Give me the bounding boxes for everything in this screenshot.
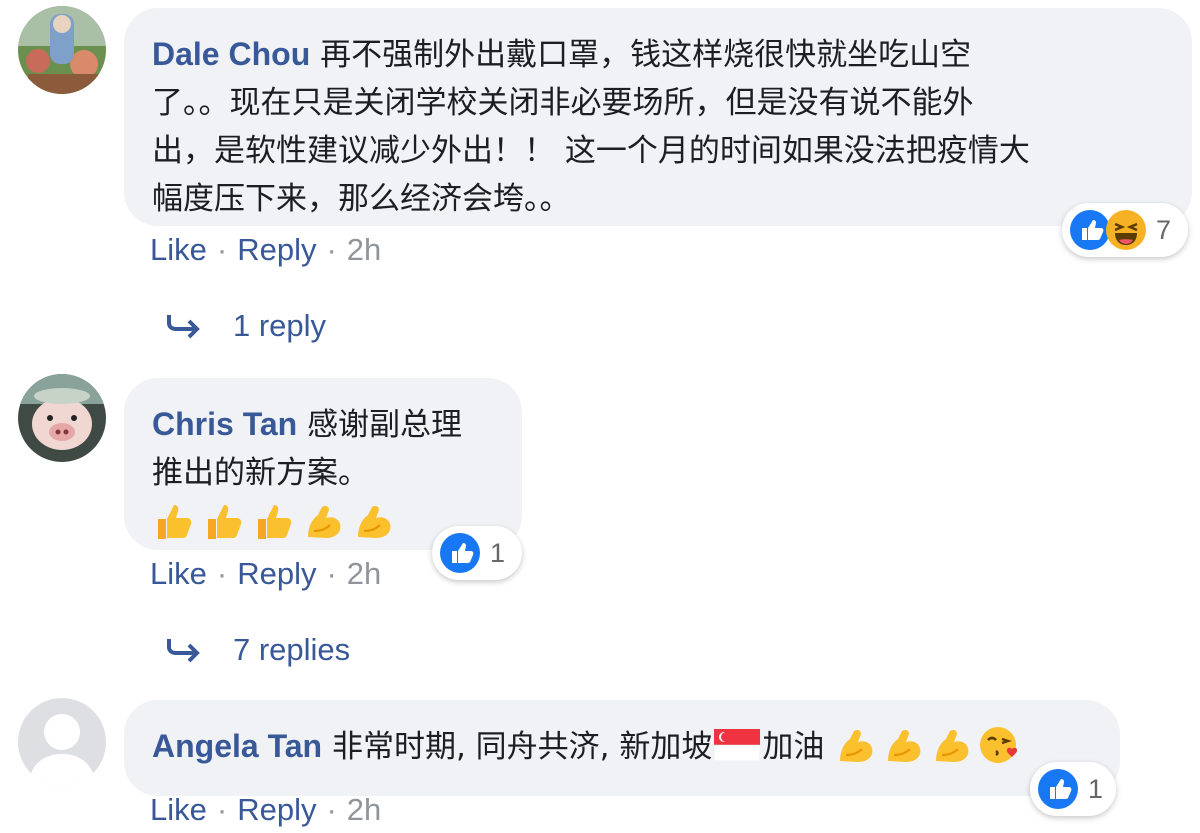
reaction-summary[interactable]: 7 <box>1062 203 1188 257</box>
separator-dot: · <box>326 792 337 827</box>
separator-dot: · <box>216 232 228 267</box>
face-blowing-kiss-emoji-icon <box>978 725 1022 779</box>
reply-arrow-icon <box>165 633 215 671</box>
flexed-biceps-emoji-icon <box>834 725 878 779</box>
like-link[interactable]: Like <box>150 232 207 267</box>
comment-author[interactable]: Chris Tan <box>152 406 297 442</box>
reply-link[interactable]: Reply <box>237 792 316 827</box>
reaction-summary[interactable]: 1 <box>1030 762 1116 816</box>
view-replies-link[interactable]: 7 replies <box>165 632 350 671</box>
singapore-flag-icon <box>714 727 761 775</box>
replies-count-label[interactable]: 7 replies <box>233 632 350 667</box>
comment-actions: Like · Reply · 2h <box>150 792 381 828</box>
comment-bubble-angela-tan: Angela Tan 非常时期, 同舟共济, 新加坡 加油 <box>124 700 1120 796</box>
avatar-dale-chou[interactable] <box>18 6 106 94</box>
flexed-biceps-emoji-icon <box>302 501 346 555</box>
comment-text-line: 了。。现在只是关闭学校关闭非必要场所，但是没有说不能外 <box>152 85 974 121</box>
reaction-count: 7 <box>1156 214 1172 245</box>
emoji-row <box>834 725 1022 779</box>
avatar-chris-tan[interactable] <box>18 374 106 462</box>
thumbs-up-emoji-icon <box>152 501 196 555</box>
comment-bubble-chris-tan: Chris Tan 感谢副总理 推出的新方案。 <box>124 378 522 550</box>
comment-timestamp[interactable]: 2h <box>347 792 381 827</box>
avatar-angela-tan[interactable] <box>18 698 106 786</box>
view-replies-link[interactable]: 1 reply <box>165 308 326 347</box>
reply-arrow-icon <box>165 309 215 347</box>
comment-text-line: 再不强制外出戴口罩，钱这样烧很快就坐吃山空 <box>320 37 972 73</box>
separator-dot: · <box>326 232 337 267</box>
reaction-summary[interactable]: 1 <box>432 526 522 580</box>
comment-timestamp[interactable]: 2h <box>347 556 381 591</box>
like-icon <box>1036 767 1080 811</box>
comment-text: 加油 <box>762 729 825 765</box>
reply-link[interactable]: Reply <box>237 556 316 591</box>
thumbs-up-emoji-icon <box>202 501 246 555</box>
comment-text: 非常时期, 同舟共济, 新加坡 <box>331 729 713 765</box>
comment-timestamp[interactable]: 2h <box>347 232 381 267</box>
thumbs-up-emoji-icon <box>252 501 296 555</box>
replies-count-label[interactable]: 1 reply <box>233 308 326 343</box>
separator-dot: · <box>326 556 337 591</box>
reaction-count: 1 <box>1088 773 1104 804</box>
comment-actions: Like · Reply · 2h <box>150 232 381 268</box>
like-link[interactable]: Like <box>150 792 207 827</box>
flexed-biceps-emoji-icon <box>882 725 926 779</box>
separator-dot: · <box>216 556 228 591</box>
comment-author[interactable]: Angela Tan <box>152 728 322 764</box>
flexed-biceps-emoji-icon <box>930 725 974 779</box>
reply-link[interactable]: Reply <box>237 232 316 267</box>
comment-bubble-dale-chou: Dale Chou 再不强制外出戴口罩，钱这样烧很快就坐吃山空 了。。现在只是关… <box>124 8 1192 226</box>
comment-text-line: 感谢副总理 <box>307 407 463 443</box>
comment-text-line: 幅度压下来，那么经济会垮。。 <box>152 181 571 217</box>
like-link[interactable]: Like <box>150 556 207 591</box>
comment-text-line: 推出的新方案。 <box>152 455 369 491</box>
like-icon <box>438 531 482 575</box>
comment-actions: Like · Reply · 2h <box>150 556 381 592</box>
flexed-biceps-emoji-icon <box>352 501 396 555</box>
reaction-count: 1 <box>490 537 506 568</box>
separator-dot: · <box>216 792 228 827</box>
haha-icon <box>1104 208 1148 252</box>
comment-text-line: 出，是软性建议减少外出！！ 这一个月的时间如果没法把疫情大 <box>152 133 1030 169</box>
comment-author[interactable]: Dale Chou <box>152 36 310 72</box>
